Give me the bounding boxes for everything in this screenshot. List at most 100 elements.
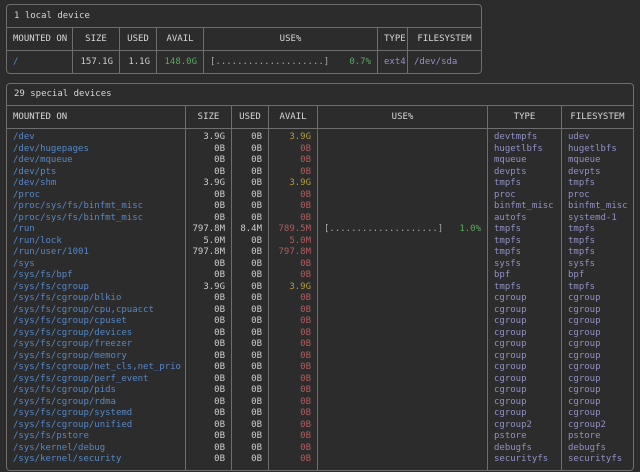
usage-bar-cell xyxy=(318,167,488,179)
mount-point-cell: /dev/pts xyxy=(7,167,186,179)
usage-bar-track: [....................] xyxy=(210,51,329,73)
grid-spacer xyxy=(232,466,269,470)
size-cell: 0B xyxy=(186,420,232,432)
type-cell: tmpfs xyxy=(488,236,562,248)
used-cell: 0B xyxy=(232,316,269,328)
filesystem-cell: pstore xyxy=(562,431,633,443)
size-cell: 0B xyxy=(186,374,232,386)
type-cell: cgroup xyxy=(488,374,562,386)
mount-point-cell: /sys/fs/cgroup/freezer xyxy=(7,339,186,351)
mount-point-cell: /sys/fs/cgroup/perf_event xyxy=(7,374,186,386)
grid-spacer xyxy=(186,466,232,470)
size-cell: 0B xyxy=(186,339,232,351)
usage-bar-cell xyxy=(318,420,488,432)
used-cell: 1.1G xyxy=(120,51,157,73)
size-cell: 5.0M xyxy=(186,236,232,248)
type-cell: hugetlbfs xyxy=(488,144,562,156)
used-cell: 0B xyxy=(232,144,269,156)
mount-point-cell: /sys xyxy=(7,259,186,271)
size-cell: 0B xyxy=(186,454,232,466)
used-cell: 0B xyxy=(232,155,269,167)
avail-cell: 148.0G xyxy=(157,51,204,73)
type-cell: tmpfs xyxy=(488,224,562,236)
mount-point-cell: /sys/fs/cgroup/cpuset xyxy=(7,316,186,328)
col-header-filesystem: FILESYSTEM xyxy=(408,28,481,51)
type-cell: binfmt_misc xyxy=(488,201,562,213)
col-header-mounted-on: MOUNTED ON xyxy=(7,28,73,51)
size-cell: 0B xyxy=(186,190,232,202)
avail-cell: 3.9G xyxy=(269,132,318,144)
used-cell: 0B xyxy=(232,431,269,443)
filesystem-cell: debugfs xyxy=(562,443,633,455)
used-cell: 0B xyxy=(232,236,269,248)
avail-cell: 0B xyxy=(269,201,318,213)
mount-point-cell: /sys/fs/cgroup/rdma xyxy=(7,397,186,409)
usage-bar-cell xyxy=(318,408,488,420)
type-cell: cgroup xyxy=(488,351,562,363)
used-cell: 0B xyxy=(232,408,269,420)
type-cell: securityfs xyxy=(488,454,562,466)
filesystem-cell: tmpfs xyxy=(562,236,633,248)
type-cell: cgroup xyxy=(488,339,562,351)
mount-point-cell: /proc/sys/fs/binfmt_misc xyxy=(7,213,186,225)
table-title: 1 local device xyxy=(7,5,481,28)
used-cell: 0B xyxy=(232,259,269,271)
usage-bar-cell xyxy=(318,282,488,294)
grid-spacer xyxy=(562,466,633,470)
filesystem-cell: cgroup xyxy=(562,339,633,351)
size-cell: 3.9G xyxy=(186,178,232,190)
size-cell: 3.9G xyxy=(186,132,232,144)
size-cell: 0B xyxy=(186,270,232,282)
usage-bar-cell xyxy=(318,259,488,271)
mount-point-cell: /sys/fs/cgroup/pids xyxy=(7,385,186,397)
filesystem-cell: cgroup xyxy=(562,293,633,305)
mount-point-cell: /sys/fs/cgroup/blkio xyxy=(7,293,186,305)
size-cell: 0B xyxy=(186,293,232,305)
mount-point-cell: /dev/shm xyxy=(7,178,186,190)
used-cell: 0B xyxy=(232,351,269,363)
filesystem-cell: cgroup xyxy=(562,316,633,328)
usage-percent: 1.0% xyxy=(459,224,481,236)
filesystem-cell: systemd-1 xyxy=(562,213,633,225)
grid-spacer xyxy=(7,466,186,470)
used-cell: 0B xyxy=(232,454,269,466)
size-cell: 157.1G xyxy=(73,51,120,73)
mount-point-cell: /run/user/1001 xyxy=(7,247,186,259)
filesystem-cell: binfmt_misc xyxy=(562,201,633,213)
filesystem-cell: sysfs xyxy=(562,259,633,271)
usage-bar-cell xyxy=(318,328,488,340)
type-cell: cgroup xyxy=(488,397,562,409)
size-cell: 0B xyxy=(186,443,232,455)
col-header-avail: AVAIL xyxy=(157,28,204,51)
size-cell: 0B xyxy=(186,201,232,213)
filesystem-cell: cgroup xyxy=(562,408,633,420)
mount-point-cell: /sys/fs/cgroup/memory xyxy=(7,351,186,363)
used-cell: 8.4M xyxy=(232,224,269,236)
used-cell: 0B xyxy=(232,282,269,294)
used-cell: 0B xyxy=(232,443,269,455)
usage-bar-cell xyxy=(318,305,488,317)
usage-bar-cell xyxy=(318,454,488,466)
mount-point-cell: /sys/fs/bpf xyxy=(7,270,186,282)
filesystem-cell: udev xyxy=(562,132,633,144)
size-cell: 0B xyxy=(186,362,232,374)
local-devices-table: 1 local device MOUNTED ON SIZE USED AVAI… xyxy=(6,4,482,74)
type-cell: proc xyxy=(488,190,562,202)
used-cell: 0B xyxy=(232,385,269,397)
avail-cell: 0B xyxy=(269,155,318,167)
usage-bar-cell xyxy=(318,385,488,397)
col-header-use-percent: USE% xyxy=(204,28,378,51)
used-cell: 0B xyxy=(232,190,269,202)
usage-bar-cell xyxy=(318,351,488,363)
usage-percent: 0.7% xyxy=(349,51,371,73)
mount-point-cell: /sys/fs/pstore xyxy=(7,431,186,443)
size-cell: 0B xyxy=(186,397,232,409)
used-cell: 0B xyxy=(232,213,269,225)
mount-point-cell: /sys/kernel/security xyxy=(7,454,186,466)
used-cell: 0B xyxy=(232,178,269,190)
filesystem-cell: securityfs xyxy=(562,454,633,466)
size-cell: 3.9G xyxy=(186,282,232,294)
type-cell: bpf xyxy=(488,270,562,282)
used-cell: 0B xyxy=(232,270,269,282)
type-cell: cgroup xyxy=(488,316,562,328)
